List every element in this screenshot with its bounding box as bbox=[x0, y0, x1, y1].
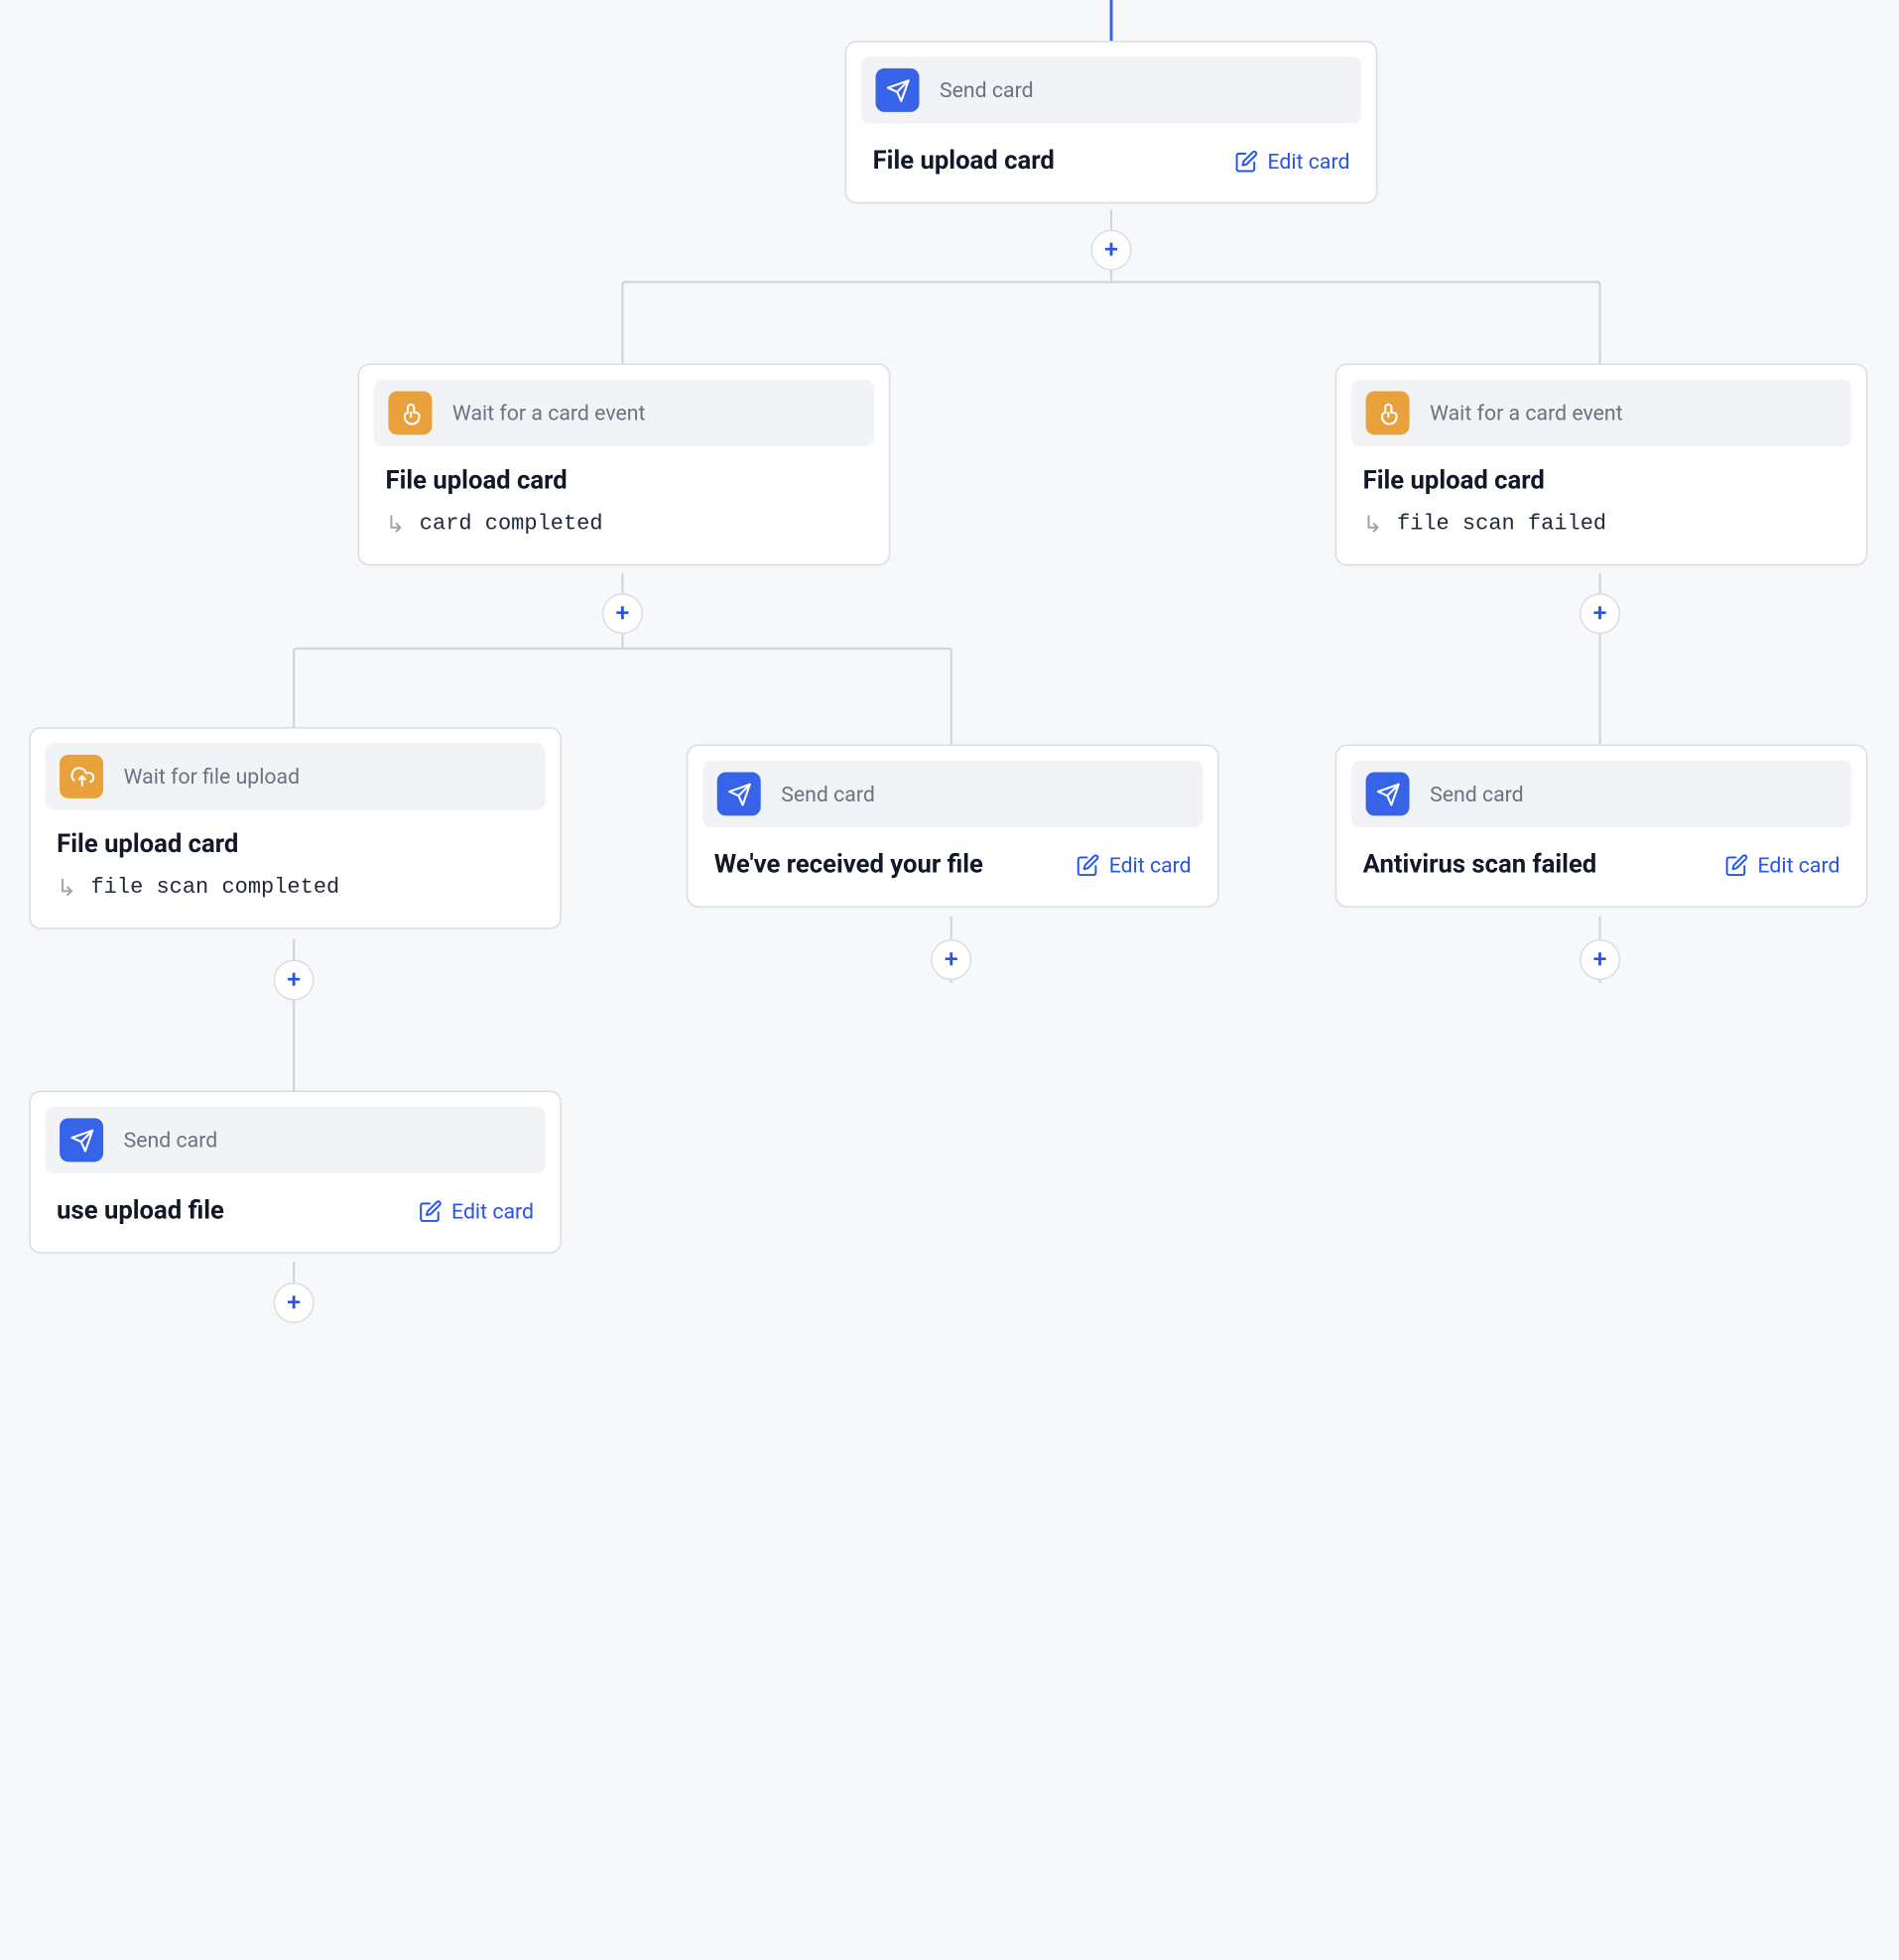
event-row: ↳ file scan failed bbox=[1363, 511, 1840, 539]
add-step-button[interactable]: + bbox=[1580, 593, 1620, 634]
sub-arrow-icon: ↳ bbox=[1363, 511, 1383, 539]
node-send-antivirus-failed[interactable]: Send card Antivirus scan failed Edit car… bbox=[1335, 745, 1868, 908]
edit-icon bbox=[1076, 854, 1099, 877]
event-text: card completed bbox=[420, 512, 603, 537]
tap-icon bbox=[388, 391, 432, 434]
edit-icon bbox=[1235, 150, 1258, 173]
send-icon bbox=[1366, 772, 1410, 815]
event-row: ↳ file scan completed bbox=[57, 874, 534, 902]
node-send-file-upload-card[interactable]: Send card File upload card Edit card bbox=[845, 41, 1378, 203]
add-step-button[interactable]: + bbox=[274, 1283, 315, 1323]
edit-card-label: Edit card bbox=[1267, 149, 1349, 174]
node-header: Wait for a card event bbox=[1351, 380, 1851, 446]
edit-card-link[interactable]: Edit card bbox=[420, 1199, 534, 1224]
event-text: file scan completed bbox=[90, 876, 339, 901]
node-wait-scan-failed[interactable]: Wait for a card event File upload card ↳… bbox=[1335, 364, 1868, 566]
edit-card-label: Edit card bbox=[451, 1199, 534, 1224]
add-step-button[interactable]: + bbox=[931, 939, 971, 980]
add-step-button[interactable]: + bbox=[1580, 939, 1620, 980]
node-wait-card-completed[interactable]: Wait for a card event File upload card ↳… bbox=[358, 364, 891, 566]
sub-arrow-icon: ↳ bbox=[385, 511, 405, 539]
node-title: Antivirus scan failed bbox=[1363, 851, 1597, 880]
edit-icon bbox=[420, 1199, 443, 1222]
edit-icon bbox=[1725, 854, 1748, 877]
node-type-label: Send card bbox=[124, 1128, 218, 1153]
tap-icon bbox=[1366, 391, 1410, 434]
send-icon bbox=[717, 772, 761, 815]
node-type-label: Send card bbox=[940, 77, 1034, 102]
node-title: File upload card bbox=[57, 830, 534, 859]
add-step-button[interactable]: + bbox=[602, 593, 643, 634]
edit-card-link[interactable]: Edit card bbox=[1725, 853, 1839, 878]
node-send-use-upload-file[interactable]: Send card use upload file Edit card bbox=[29, 1091, 562, 1254]
cloud-upload-icon bbox=[60, 755, 103, 798]
node-type-label: Send card bbox=[781, 782, 875, 806]
node-type-label: Wait for a card event bbox=[452, 401, 646, 426]
node-type-label: Send card bbox=[1430, 782, 1524, 806]
sub-arrow-icon: ↳ bbox=[57, 874, 76, 902]
node-header: Send card bbox=[702, 761, 1203, 827]
send-icon bbox=[60, 1118, 103, 1162]
add-step-button[interactable]: + bbox=[1091, 230, 1132, 271]
node-title: We've received your file bbox=[714, 851, 983, 880]
node-send-received-file[interactable]: Send card We've received your file Edit … bbox=[687, 745, 1219, 908]
event-text: file scan failed bbox=[1397, 512, 1606, 537]
add-step-button[interactable]: + bbox=[274, 960, 315, 1001]
node-title: use upload file bbox=[57, 1197, 224, 1226]
node-type-label: Wait for a card event bbox=[1430, 401, 1623, 426]
node-header: Send card bbox=[1351, 761, 1851, 827]
send-icon bbox=[876, 68, 920, 112]
edit-card-label: Edit card bbox=[1758, 853, 1840, 878]
node-header: Wait for a card event bbox=[374, 380, 874, 446]
node-header: Send card bbox=[45, 1107, 545, 1173]
edit-card-label: Edit card bbox=[1109, 853, 1192, 878]
node-header: Wait for file upload bbox=[45, 743, 545, 809]
node-title: File upload card bbox=[1363, 467, 1840, 496]
event-row: ↳ card completed bbox=[385, 511, 862, 539]
edit-card-link[interactable]: Edit card bbox=[1235, 149, 1349, 174]
node-type-label: Wait for file upload bbox=[124, 764, 300, 789]
edit-card-link[interactable]: Edit card bbox=[1076, 853, 1191, 878]
node-wait-file-upload[interactable]: Wait for file upload File upload card ↳ … bbox=[29, 727, 562, 929]
node-header: Send card bbox=[861, 57, 1361, 123]
node-title: File upload card bbox=[385, 467, 862, 496]
node-title: File upload card bbox=[873, 147, 1055, 176]
